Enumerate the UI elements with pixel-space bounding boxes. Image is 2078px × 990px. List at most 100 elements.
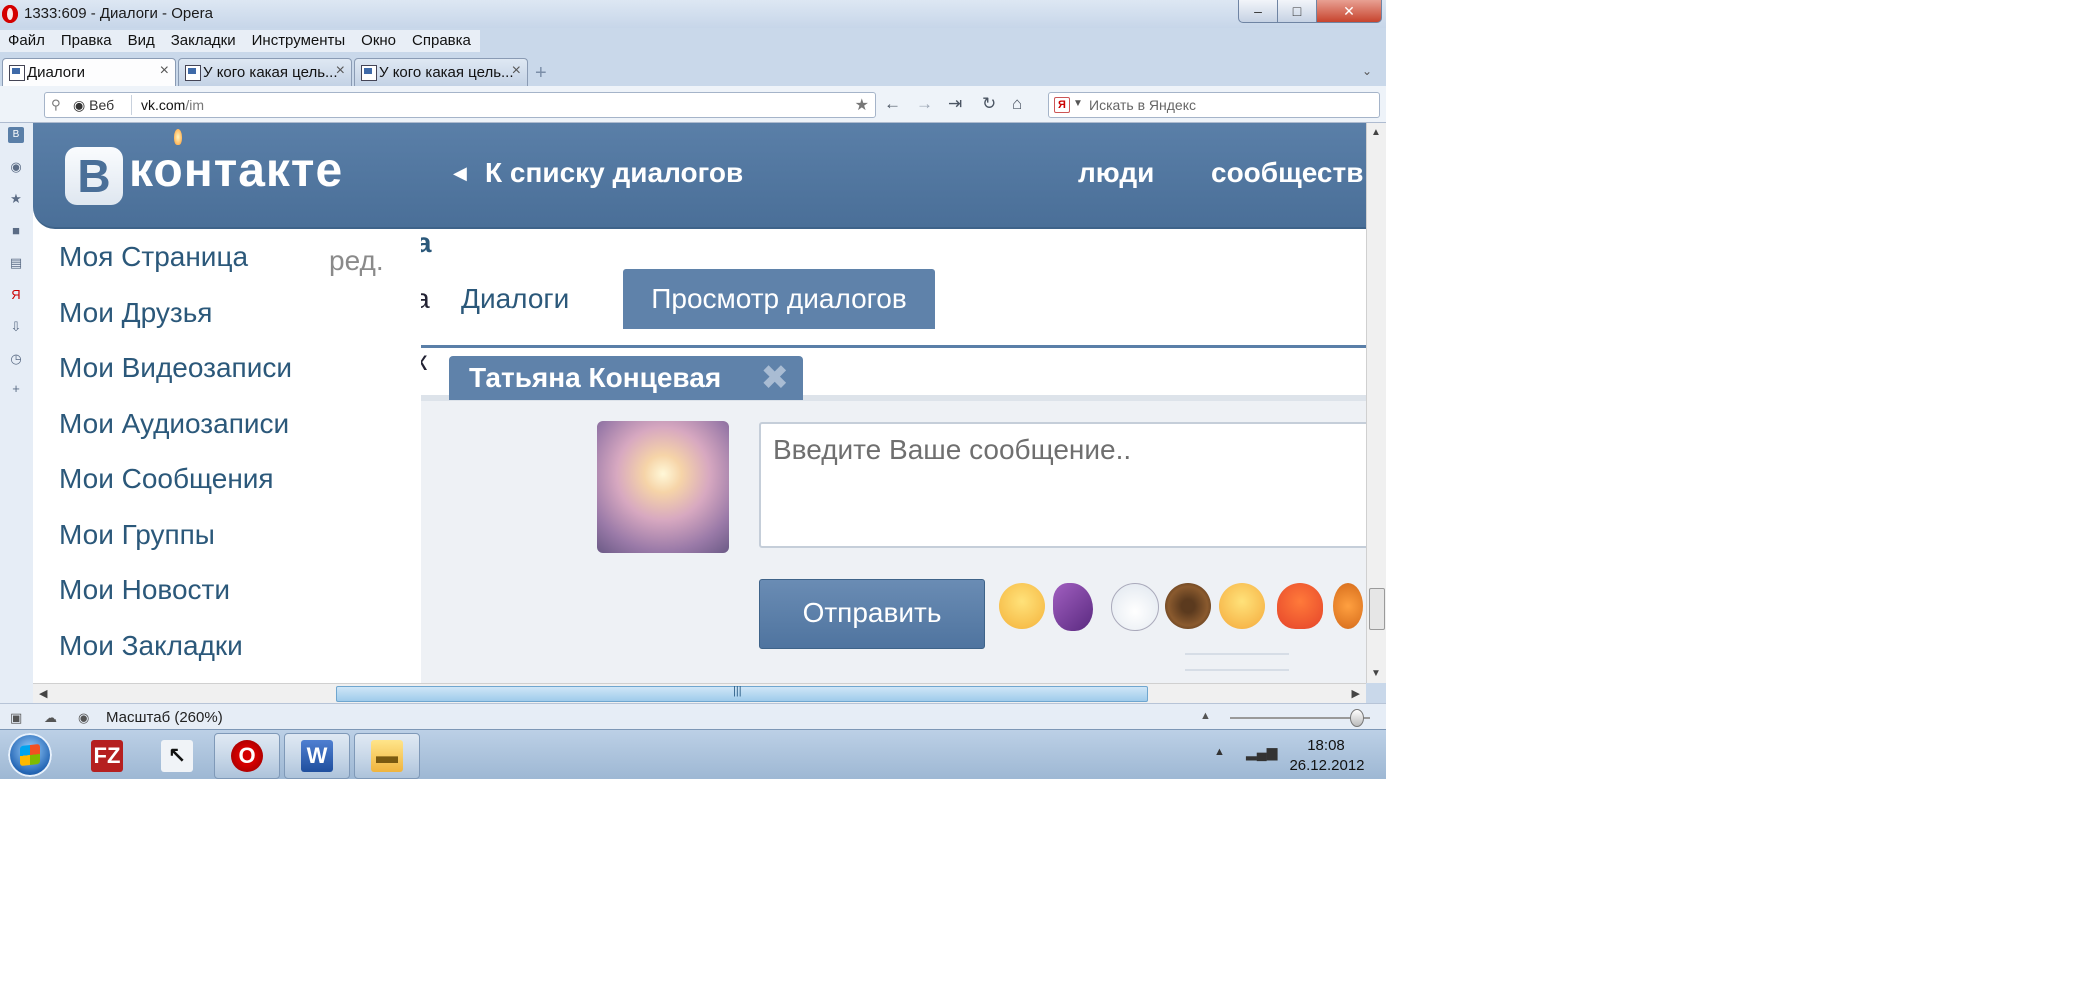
header-link-people[interactable]: люди (1078, 157, 1154, 189)
close-dialog-icon[interactable]: ✖ (761, 358, 790, 398)
nav-my-audio[interactable]: Мои Аудиозаписи (59, 408, 289, 440)
start-button[interactable] (8, 733, 52, 777)
nav-edit-link[interactable]: ред. (329, 245, 384, 277)
close-window-button[interactable]: ✕ (1316, 0, 1382, 23)
back-to-dialogs-link[interactable]: К списку диалогов (485, 157, 743, 189)
tab-goal-1[interactable]: У кого какая цель... × (178, 58, 352, 86)
menu-bookmarks[interactable]: Закладки (163, 30, 244, 52)
zoom-slider-knob[interactable] (1350, 709, 1364, 727)
yum-emoji-icon[interactable] (1219, 583, 1265, 629)
vk-panel-icon[interactable]: B (8, 127, 24, 143)
menu-view[interactable]: Вид (120, 30, 163, 52)
nav-my-page[interactable]: Моя Страница (59, 241, 248, 273)
nav-my-bookmarks[interactable]: Мои Закладки (59, 630, 243, 662)
nav-my-news[interactable]: Мои Новости (59, 574, 230, 606)
menu-help[interactable]: Справка (404, 30, 479, 52)
resize-grip[interactable] (1185, 653, 1289, 671)
vertical-scrollbar[interactable]: ▲ ▼ (1366, 123, 1386, 683)
new-tab-icon[interactable]: + (535, 62, 547, 85)
yandex-panel-icon[interactable]: Я (8, 287, 24, 303)
heart-emoji-icon[interactable] (1277, 583, 1323, 629)
smile-emoji-icon[interactable] (999, 583, 1045, 629)
tab-bar: Диалоги × У кого какая цель... × У кого … (0, 56, 1386, 86)
tab-close-icon[interactable]: × (160, 62, 169, 80)
avatar[interactable] (597, 421, 729, 553)
maximize-button[interactable]: □ (1277, 0, 1317, 23)
url-path: /im (185, 97, 205, 113)
yandex-icon[interactable]: Я (1054, 97, 1070, 113)
tray-expand-icon[interactable]: ▲ (1214, 746, 1225, 758)
tabs-menu-chevron-icon[interactable]: ⌄ (1362, 64, 1372, 78)
menu-bar: Файл Правка Вид Закладки Инструменты Окн… (0, 30, 480, 52)
tab-dialogs[interactable]: Диалоги × (2, 58, 176, 86)
vk-logo-badge[interactable]: В (65, 147, 123, 205)
search-box[interactable]: Я ▼ Искать в Яндекс (1048, 92, 1380, 118)
mail-panel-icon[interactable]: ◉ (8, 159, 24, 175)
clock-date[interactable]: 26.12.2012 (1280, 757, 1374, 774)
downloads-icon[interactable]: ⇩ (8, 319, 24, 335)
scroll-left-icon[interactable]: ◀ (39, 687, 47, 700)
menu-file[interactable]: Файл (0, 30, 53, 52)
panel-toggle-icon[interactable]: ▣ (10, 710, 22, 726)
vk-header: В контакте ◀ К списку диалогов люди сооб… (33, 123, 1366, 229)
send-button[interactable]: Отправить (759, 579, 985, 649)
dialog-chip[interactable]: Татьяна Концевая ✖ (449, 356, 803, 400)
menu-edit[interactable]: Правка (53, 30, 120, 52)
address-divider (131, 95, 132, 115)
nav-my-messages[interactable]: Мои Сообщения (59, 463, 274, 495)
tab-close-icon[interactable]: × (336, 62, 345, 80)
cloud-icon[interactable]: ☁ (44, 710, 57, 726)
more-emoji-icon[interactable] (1333, 583, 1363, 629)
fast-forward-icon[interactable]: ⇥ (948, 94, 962, 114)
taskbar-cursor-app[interactable]: ↖ (144, 733, 210, 779)
reload-icon[interactable]: ↻ (982, 94, 996, 114)
notes-icon[interactable]: ▤ (8, 255, 24, 271)
tab-dialogs-list[interactable]: Диалоги (461, 269, 569, 329)
back-arrow-icon[interactable]: ← (884, 94, 901, 114)
taskbar-opera[interactable]: O (214, 733, 280, 779)
zoom-slider[interactable] (1230, 717, 1370, 719)
taskbar-filezilla[interactable]: FZ (74, 733, 140, 779)
network-signal-icon[interactable]: ▂▄▆ (1246, 744, 1277, 761)
horizontal-scrollbar[interactable]: ◀ ▶ (33, 683, 1366, 704)
turbo-icon[interactable]: ◉ (78, 710, 89, 726)
vk-logo-text[interactable]: контакте (129, 143, 343, 198)
horizontal-scroll-thumb[interactable] (336, 685, 1148, 702)
clock-time[interactable]: 18:08 (1296, 737, 1356, 754)
home-icon[interactable]: ⌂ (1012, 94, 1022, 114)
minimize-button[interactable]: – (1238, 0, 1278, 23)
word-icon: W (301, 740, 333, 772)
address-field[interactable]: ⚲ ◉ Веб vk.com/im ★ (44, 92, 876, 118)
opera-logo-icon[interactable] (2, 5, 18, 23)
tab-goal-2[interactable]: У кого какая цель... × (354, 58, 528, 86)
forward-arrow-icon[interactable]: → (916, 94, 933, 114)
taskbar-word[interactable]: W (284, 733, 350, 779)
message-input[interactable] (759, 422, 1366, 548)
scroll-up-icon[interactable]: ▲ (1371, 127, 1381, 138)
zoom-menu-icon[interactable]: ▲ (1200, 710, 1211, 722)
menu-tools[interactable]: Инструменты (244, 30, 354, 52)
taskbar: FZ ↖ O W ▬ ▲ ▂▄▆ 18:08 26.12.2012 (0, 729, 1386, 779)
widgets-icon[interactable]: ■ (8, 223, 24, 239)
scroll-right-icon[interactable]: ▶ (1352, 687, 1360, 700)
vertical-scroll-thumb[interactable] (1369, 588, 1385, 630)
tab-label: Диалоги (27, 64, 85, 81)
scroll-down-icon[interactable]: ▼ (1371, 668, 1381, 679)
menu-window[interactable]: Окно (353, 30, 404, 52)
bookmark-star-icon[interactable]: ★ (855, 95, 869, 115)
nav-my-friends[interactable]: Мои Друзья (59, 297, 212, 329)
history-clock-icon[interactable]: ◷ (8, 351, 24, 367)
taskbar-explorer[interactable]: ▬ (354, 733, 420, 779)
header-link-communities[interactable]: сообществ (1211, 157, 1363, 189)
snowman-emoji-icon[interactable] (1111, 583, 1159, 631)
donut-emoji-icon[interactable] (1165, 583, 1211, 629)
tab-view-dialogs[interactable]: Просмотр диалогов (623, 269, 935, 329)
nav-my-groups[interactable]: Мои Группы (59, 519, 215, 551)
search-engine-dropdown-icon[interactable]: ▼ (1073, 98, 1083, 109)
tab-close-icon[interactable]: × (512, 62, 521, 80)
nav-my-videos[interactable]: Мои Видеозаписи (59, 352, 292, 384)
url-text[interactable]: vk.com/im (141, 97, 204, 113)
add-panel-icon[interactable]: + (8, 381, 24, 397)
eggplant-emoji-icon[interactable] (1053, 583, 1093, 631)
bookmarks-star-icon[interactable]: ★ (8, 191, 24, 207)
